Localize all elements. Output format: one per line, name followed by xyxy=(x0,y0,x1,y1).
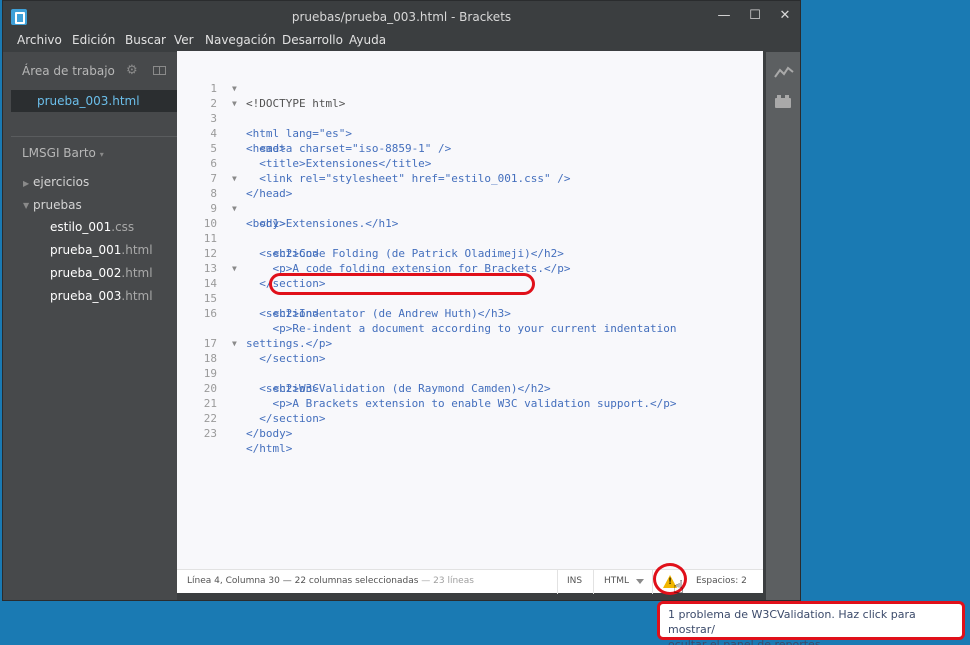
window-title: pruebas/prueba_003.html - Brackets xyxy=(291,10,512,24)
code-line: 2 ▼ <html lang="es"> xyxy=(177,81,763,140)
file-extension: .html xyxy=(121,289,153,303)
menu-archivo[interactable]: Archivo xyxy=(17,33,62,47)
code-line: 19 <h2>W3CValidation (de Raymond Camden)… xyxy=(177,351,763,395)
code-text: </body> xyxy=(246,427,293,440)
tooltip-line-2: ocultar el panel de reportes. xyxy=(668,638,825,645)
working-set-title: Área de trabajo xyxy=(22,64,115,78)
tree-file-prueba-003[interactable]: prueba_003.html xyxy=(50,289,153,303)
fold-arrow-icon[interactable]: ▼ xyxy=(232,171,237,186)
sidebar: Área de trabajo ⚙ prueba_003.html LMSGI … xyxy=(3,52,177,600)
tree-file-estilo-001[interactable]: estilo_001.css xyxy=(50,220,134,234)
chevron-down-icon: ▾ xyxy=(99,150,104,159)
project-dropdown[interactable]: LMSGI Barto ▾ xyxy=(22,146,104,160)
file-name: prueba_003 xyxy=(50,289,122,303)
code-editor[interactable]: 1 <!DOCTYPE html> 2 ▼ <html lang="es"> 3… xyxy=(177,51,763,569)
code-line: 4 <meta charset="iso-8859-1" /> xyxy=(177,111,763,155)
fold-arrow-icon[interactable]: ▼ xyxy=(232,81,237,96)
fold-arrow-icon[interactable]: ▼ xyxy=(232,201,237,216)
status-separator xyxy=(593,570,594,594)
menu-navegacion[interactable]: Navegación xyxy=(205,33,276,47)
code-line: 23 </html> xyxy=(177,411,763,455)
fold-arrow-icon[interactable]: ▼ xyxy=(232,96,237,111)
menu-edicion[interactable]: Edición xyxy=(72,33,115,47)
cursor-position-text: Línea 4, Columna 30 — 22 columnas selecc… xyxy=(187,576,419,586)
code-line: 20 <p>A Brackets extension to enable W3C… xyxy=(177,366,763,410)
tree-file-prueba-002[interactable]: prueba_002.html xyxy=(50,266,153,280)
code-line: 22 </body> xyxy=(177,396,763,440)
code-line: 18 ▼ <section> xyxy=(177,336,763,395)
split-view-icon[interactable] xyxy=(153,66,166,75)
file-name: prueba_001 xyxy=(50,243,122,257)
file-extension: .css xyxy=(111,220,135,234)
working-file-label: prueba_003.html xyxy=(37,94,140,108)
line-number: 23 xyxy=(203,427,217,440)
tree-file-prueba-001[interactable]: prueba_001.html xyxy=(50,243,153,257)
fold-arrow-icon[interactable]: ▼ xyxy=(232,261,237,276)
insert-mode-toggle[interactable]: INS xyxy=(567,576,582,586)
cursor-position: Línea 4, Columna 30 — 22 columnas selecc… xyxy=(187,576,474,586)
project-name: LMSGI Barto xyxy=(22,146,96,160)
file-extension: .html xyxy=(121,266,153,280)
working-file-item[interactable]: prueba_003.html xyxy=(11,90,177,112)
menu-ayuda[interactable]: Ayuda xyxy=(349,33,386,47)
code-line: 1 <!DOCTYPE html> xyxy=(177,66,763,110)
code-area[interactable]: 1 <!DOCTYPE html> 2 ▼ <html lang="es"> 3… xyxy=(177,66,763,455)
code-line: 21 </section> xyxy=(177,381,763,425)
indent-setting[interactable]: Espacios: 2 xyxy=(696,576,747,586)
code-line: 8 ▼ <body> xyxy=(177,171,763,230)
fold-arrow-icon[interactable]: ▼ xyxy=(232,336,237,351)
validation-tooltip: 1 problema de W3CValidation. Haz click p… xyxy=(657,601,965,645)
right-toolbar xyxy=(766,52,800,600)
gear-icon[interactable]: ⚙ xyxy=(126,63,138,78)
code-line: 11 <h2>Code Folding (de Patrick Oladimej… xyxy=(177,216,763,260)
minimize-button[interactable]: — xyxy=(710,5,738,27)
hand-cursor-icon: ☝ xyxy=(673,577,684,598)
file-extension: .html xyxy=(121,243,153,257)
code-line: 5 <title>Extensiones</title> xyxy=(177,126,763,170)
file-name: prueba_002 xyxy=(50,266,122,280)
code-line: 13 </section> xyxy=(177,246,763,290)
live-preview-icon[interactable] xyxy=(774,66,794,78)
menu-bar: Archivo Edición Buscar Ver Navegación De… xyxy=(3,30,800,52)
menu-desarrollo[interactable]: Desarrollo xyxy=(282,33,343,47)
line-15-highlight-annotation xyxy=(269,273,535,295)
maximize-button[interactable]: ☐ xyxy=(741,5,769,27)
code-line: 6 <link rel="stylesheet" href="estilo_00… xyxy=(177,141,763,185)
line-count: — 23 líneas xyxy=(421,576,474,586)
code-line: 12 <p>A code folding extension for Brack… xyxy=(177,231,763,275)
sidebar-divider xyxy=(11,136,177,137)
tree-folder-pruebas[interactable]: pruebas xyxy=(33,198,82,212)
code-line: 9 <h1>Extensiones.</h1> xyxy=(177,186,763,230)
folder-arrow-icon[interactable]: ▶ xyxy=(23,179,29,188)
extension-manager-icon[interactable] xyxy=(775,95,791,108)
title-bar: pruebas/prueba_003.html - Brackets — ☐ ✕ xyxy=(3,1,800,32)
status-separator xyxy=(557,570,558,594)
code-text: </html> xyxy=(246,442,293,455)
close-button[interactable]: ✕ xyxy=(771,5,799,27)
language-selector[interactable]: HTML xyxy=(604,576,645,586)
code-line: settings.</p> xyxy=(177,306,763,350)
menu-buscar[interactable]: Buscar xyxy=(125,33,166,47)
tree-folder-ejercicios[interactable]: ejercicios xyxy=(33,175,89,189)
folder-arrow-icon[interactable]: ▼ xyxy=(23,201,29,210)
file-name: estilo_001 xyxy=(50,220,112,234)
code-line: 3 ▼ <head> xyxy=(177,96,763,155)
menu-ver[interactable]: Ver xyxy=(174,33,194,47)
code-line: 7 </head> xyxy=(177,156,763,200)
code-line: 10 ▼ <section> xyxy=(177,201,763,260)
tooltip-line-1: 1 problema de W3CValidation. Haz click p… xyxy=(668,608,916,636)
code-line: 17 </section> xyxy=(177,321,763,365)
